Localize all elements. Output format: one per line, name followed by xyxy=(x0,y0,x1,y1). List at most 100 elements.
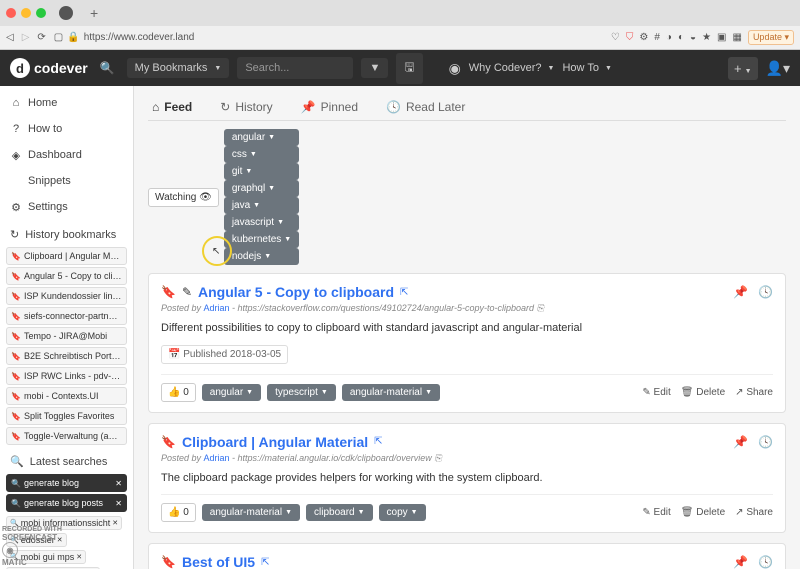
history-link[interactable]: 🔖ISP RWC Links - pdv-informationss... xyxy=(6,367,127,385)
sidebar-item-settings[interactable]: ⚙Settings xyxy=(0,194,133,220)
sidebar-icon: ⚙ xyxy=(10,201,22,213)
heart-icon[interactable]: ♡ xyxy=(611,32,620,43)
tab-readlater[interactable]: 🕓Read Later xyxy=(386,100,465,114)
bookmark-icon: 🔖 xyxy=(11,292,21,301)
back-icon[interactable]: ◁ xyxy=(6,32,14,43)
filter-tag[interactable]: git ▼ xyxy=(224,163,299,180)
author-link[interactable]: Adrian xyxy=(204,303,230,313)
author-link[interactable]: Adrian xyxy=(204,453,230,463)
new-tab-icon[interactable]: + xyxy=(90,5,98,21)
card-title-link[interactable]: Angular 5 - Copy to clipboard xyxy=(198,284,394,300)
pencil-icon[interactable]: ✎ xyxy=(182,285,192,299)
like-button[interactable]: 👍 0 xyxy=(161,503,196,522)
filter-tag[interactable]: kubernetes ▼ xyxy=(224,231,299,248)
ext-icon[interactable]: ▦ xyxy=(732,32,741,43)
history-link[interactable]: 🔖mobi - Contexts.UI xyxy=(6,387,127,405)
pin-icon[interactable]: 📌 xyxy=(733,285,748,299)
reload-icon[interactable]: ⟳ xyxy=(37,32,45,43)
tab-pinned[interactable]: 📌Pinned xyxy=(301,100,358,114)
filter-tag[interactable]: css ▼ xyxy=(224,146,299,163)
why-codever-link[interactable]: Why Codever? xyxy=(469,62,555,74)
card-tag[interactable]: typescript ▼ xyxy=(267,384,336,401)
filter-tag[interactable]: graphql ▼ xyxy=(224,180,299,197)
history-link[interactable]: 🔖Toggle-Verwaltung (app.split.io) ... xyxy=(6,427,127,445)
browser-tab-bar: + xyxy=(0,0,800,26)
card-tag[interactable]: copy ▼ xyxy=(379,504,426,521)
add-dropdown[interactable]: + xyxy=(728,57,758,80)
sidebar-item-how-to[interactable]: ?How to xyxy=(0,116,133,142)
ext-icon[interactable]: ◒ xyxy=(690,32,696,43)
filter-tag[interactable]: angular ▼ xyxy=(224,129,299,146)
ext-icon[interactable]: ◑ xyxy=(666,32,672,43)
history-link[interactable]: 🔖ISP Kundendossier links pdv dossi... xyxy=(6,287,127,305)
readlater-icon[interactable]: 🕓 xyxy=(758,555,773,569)
user-icon[interactable]: 👤▾ xyxy=(766,60,790,77)
search-link[interactable]: 🔍generate blog✕ xyxy=(6,474,127,492)
card-title-link[interactable]: Clipboard | Angular Material xyxy=(182,434,368,450)
my-bookmarks-dropdown[interactable]: My Bookmarks xyxy=(127,58,230,78)
copy-link-icon[interactable]: ⎘ xyxy=(434,453,441,463)
maximize-window-icon[interactable] xyxy=(36,8,46,18)
card-footer: 👍 0 angular-material ▼clipboard ▼copy ▼ … xyxy=(161,494,773,522)
delete-button[interactable]: 🗑 Delete xyxy=(681,387,725,398)
forward-icon[interactable]: ▷ xyxy=(22,32,30,43)
sidebar-item-snippets[interactable]: Snippets xyxy=(0,168,133,194)
update-button[interactable]: Update ▾ xyxy=(748,30,794,45)
history-link[interactable]: 🔖Split Toggles Favorites xyxy=(6,407,127,425)
logo[interactable]: d codever xyxy=(10,58,88,78)
edit-button[interactable]: ✎ Edit xyxy=(642,507,670,518)
bookmark-icon[interactable]: 🔖 xyxy=(161,285,176,299)
menu-icon[interactable]: # xyxy=(654,32,660,43)
url-field[interactable]: ▢ 🔒 https://www.codever.land xyxy=(54,32,603,43)
search-link[interactable]: 🔍generate blog posts✕ xyxy=(6,494,127,512)
pin-icon[interactable]: 📌 xyxy=(733,555,748,569)
howto-link[interactable]: How To xyxy=(562,62,611,74)
card-title-link[interactable]: Best of UI5 xyxy=(182,554,255,569)
history-link[interactable]: 🔖B2E Schreibtisch Portal home page xyxy=(6,347,127,365)
filter-tag[interactable]: java ▼ xyxy=(224,197,299,214)
share-button[interactable]: ↗ Share xyxy=(735,507,773,518)
delete-button[interactable]: 🗑 Delete xyxy=(681,507,725,518)
readlater-icon[interactable]: 🕓 xyxy=(758,285,773,299)
search-dropdown[interactable]: ▼ xyxy=(361,58,388,78)
history-link[interactable]: 🔖siefs-connector-partner-service l... xyxy=(6,307,127,325)
bookmark-icon[interactable]: 🔖 xyxy=(161,435,176,449)
copy-link-icon[interactable]: ⎘ xyxy=(537,303,544,313)
ext-icon[interactable]: ▣ xyxy=(717,32,726,43)
tab-history[interactable]: ↻History xyxy=(220,100,272,114)
pin-icon[interactable]: 📌 xyxy=(733,435,748,449)
adblock-icon[interactable]: ⛉ xyxy=(626,32,634,43)
card-tag[interactable]: angular-material ▼ xyxy=(342,384,440,401)
tab-feed[interactable]: ⌂Feed xyxy=(152,100,192,114)
ext-icon[interactable]: ★ xyxy=(702,32,711,43)
sidebar-item-dashboard[interactable]: ◈Dashboard xyxy=(0,142,133,168)
card-tag[interactable]: angular-material ▼ xyxy=(202,504,300,521)
external-link-icon[interactable]: ⇱ xyxy=(374,436,382,447)
history-link[interactable]: 🔖Angular 5 - Copy to clipboard xyxy=(6,267,127,285)
share-button[interactable]: ↗ Share xyxy=(735,387,773,398)
readlater-icon[interactable]: 🕓 xyxy=(758,435,773,449)
gear-icon[interactable]: ⚙ xyxy=(639,32,648,43)
watching-toggle[interactable]: Watching 👁 xyxy=(148,188,219,207)
external-link-icon[interactable]: ⇱ xyxy=(261,557,269,568)
card-description: The clipboard package provides helpers f… xyxy=(161,470,773,487)
like-button[interactable]: 👍 0 xyxy=(161,383,196,402)
minimize-window-icon[interactable] xyxy=(21,8,31,18)
card-tag[interactable]: clipboard ▼ xyxy=(306,504,373,521)
edit-button[interactable]: ✎ Edit xyxy=(642,387,670,398)
external-link-icon[interactable]: ⇱ xyxy=(400,287,408,298)
github-icon[interactable]: ◉ xyxy=(449,60,461,77)
filter-tag[interactable]: nodejs ▼ xyxy=(224,248,299,265)
ext-icon[interactable]: ◐ xyxy=(678,32,684,43)
close-window-icon[interactable] xyxy=(6,8,16,18)
save-bookmark-button[interactable]: 🖫 xyxy=(396,53,422,84)
sidebar-item-home[interactable]: ⌂Home xyxy=(0,90,133,116)
history-link[interactable]: 🔖Tempo - JIRA@Mobi xyxy=(6,327,127,345)
shield-icon: ▢ xyxy=(54,32,63,43)
search-input[interactable]: Search... xyxy=(237,57,353,79)
history-link[interactable]: 🔖Clipboard | Angular Material xyxy=(6,247,127,265)
bookmark-icon[interactable]: 🔖 xyxy=(161,555,176,569)
card-tag[interactable]: angular ▼ xyxy=(202,384,261,401)
search-scope-icon[interactable]: 🔍 xyxy=(96,57,119,79)
filter-tag[interactable]: javascript ▼ xyxy=(224,214,299,231)
